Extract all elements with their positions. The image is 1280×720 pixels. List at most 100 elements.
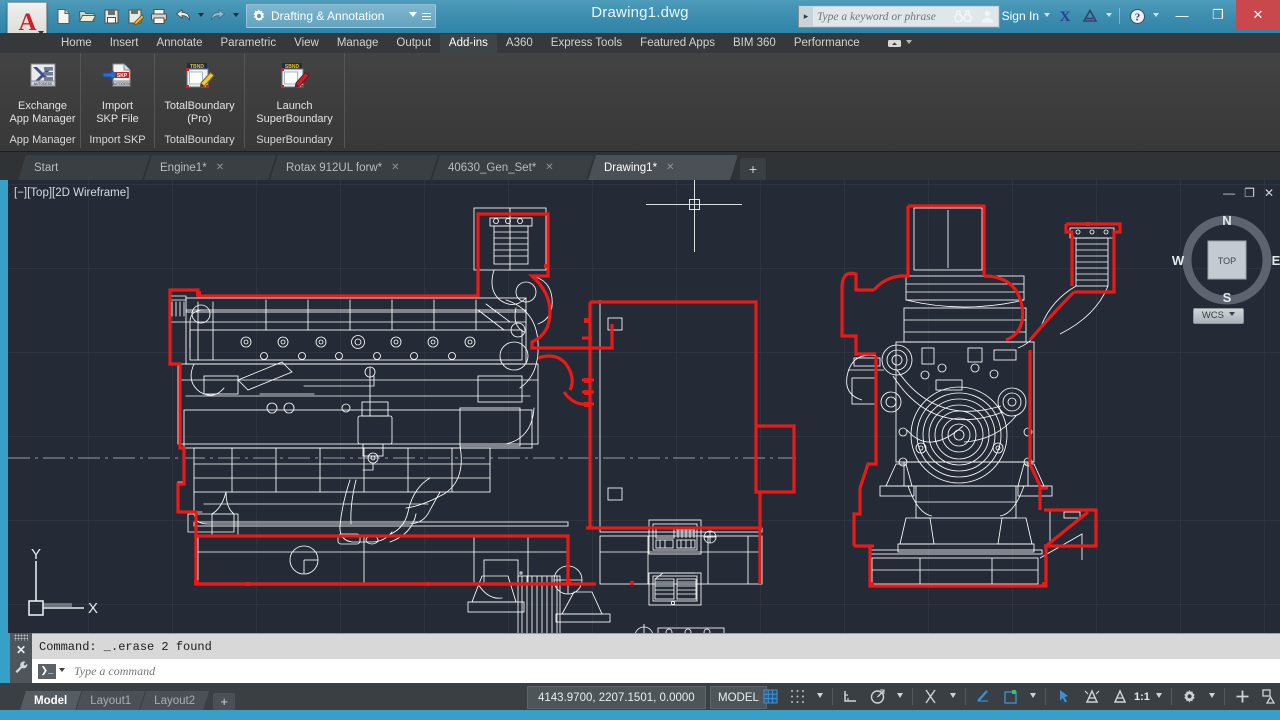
annotation-scale-label[interactable]: 1:1 [1134, 691, 1150, 703]
hardware-acceleration-icon[interactable] [1229, 683, 1256, 710]
layout-tab-layout1[interactable]: Layout1 [76, 691, 145, 710]
wrench-icon[interactable] [14, 660, 28, 674]
object-snap-icon[interactable] [917, 683, 944, 710]
command-line-grip[interactable]: ✕ [10, 633, 32, 683]
ucs-icon: X Y [26, 547, 104, 619]
chevron-down-icon[interactable] [409, 12, 417, 21]
ribbon-tab-output[interactable]: Output [387, 34, 440, 53]
save-as-icon[interactable] [124, 5, 146, 27]
autoscale-icon[interactable] [1106, 683, 1134, 710]
help-icon[interactable]: ? [1126, 5, 1148, 27]
ribbon-tab-annotate[interactable]: Annotate [147, 34, 211, 53]
button-label-line1: Import [102, 100, 133, 113]
launch-super-boundary-button[interactable]: SBND Launch SuperBoundary [245, 59, 344, 126]
ribbon-tab-bim-360[interactable]: BIM 360 [724, 34, 785, 53]
object-snap-dropdown[interactable] [944, 683, 961, 710]
file-tab-rotax-912ul-forw[interactable]: Rotax 912UL forw* ✕ [270, 155, 438, 180]
snap-dropdown[interactable] [811, 683, 828, 710]
command-input-bar[interactable]: ❯_ [32, 659, 1280, 683]
close-button[interactable]: ✕ [1236, 0, 1280, 30]
polar-tracking-icon[interactable] [864, 683, 891, 710]
new-file-tab-button[interactable]: + [740, 158, 766, 180]
file-tab-engine1[interactable]: Engine1* ✕ [144, 155, 276, 180]
sign-in-label[interactable]: Sign In [1002, 9, 1039, 23]
ribbon-tab-parametric[interactable]: Parametric [212, 34, 286, 53]
lineweight-icon[interactable] [970, 683, 997, 710]
svg-text:AUTODESK: AUTODESK [33, 82, 52, 86]
ribbon-display-options[interactable] [887, 34, 912, 53]
snap-mode-icon[interactable] [784, 683, 811, 710]
workspace-menu-icon[interactable] [422, 13, 431, 20]
user-icon[interactable] [977, 5, 999, 27]
command-prompt-icon[interactable]: ❯_ [38, 664, 56, 679]
redo-dropdown[interactable] [231, 5, 240, 27]
search-dropdown-icon[interactable]: ▸ [799, 11, 813, 22]
ribbon-tab-home[interactable]: Home [52, 34, 101, 53]
ribbon-tab-manage[interactable]: Manage [328, 34, 388, 53]
plot-icon[interactable] [148, 5, 170, 27]
layout-tab-model[interactable]: Model [20, 691, 81, 710]
drag-handle-icon[interactable] [14, 634, 28, 641]
account-dropdown[interactable] [1042, 5, 1051, 27]
ribbon-tab-view[interactable]: View [285, 34, 328, 53]
close-icon[interactable]: ✕ [545, 162, 553, 173]
total-boundary-pro-button[interactable]: TBND TotalBoundary (Pro) [155, 59, 244, 126]
workspace-dropdown[interactable] [1203, 683, 1220, 710]
autodesk-dropdown[interactable] [1104, 5, 1113, 27]
ribbon-tab-add-ins[interactable]: Add-ins [440, 34, 497, 53]
maximize-button[interactable]: ❐ [1200, 0, 1236, 30]
status-bar-icons: 1:1 [757, 683, 1280, 710]
close-icon[interactable]: ✕ [391, 162, 399, 173]
new-layout-button[interactable]: + [213, 693, 235, 710]
polar-dropdown[interactable] [891, 683, 908, 710]
close-icon[interactable]: ✕ [216, 162, 224, 173]
autodesk-logo-icon[interactable] [1079, 5, 1101, 27]
command-close-icon[interactable]: ✕ [16, 643, 26, 657]
coordinates-display[interactable]: 4143.9700, 2207.1501, 0.0000 [527, 686, 706, 709]
search-icon[interactable] [952, 5, 974, 27]
command-line-area: ✕ Command: _.erase 2 found ❯_ [0, 633, 1280, 683]
grid-display-icon[interactable] [757, 683, 784, 710]
isolate-objects-icon[interactable] [1256, 683, 1280, 710]
ribbon-tab-express-tools[interactable]: Express Tools [542, 34, 631, 53]
autodesk-exchange-icon[interactable]: X [1054, 5, 1076, 27]
command-history-dropdown[interactable] [59, 668, 65, 675]
exchange-app-manager-button[interactable]: AUTODESK Exchange App Manager [5, 59, 80, 126]
redo-icon[interactable] [207, 5, 229, 27]
annotation-visibility-icon[interactable] [1078, 683, 1106, 710]
svg-text:AUTODESK: AUTODESK [112, 82, 131, 86]
ribbon-tab-performance[interactable]: Performance [785, 34, 869, 53]
import-skp-file-button[interactable]: SKP AUTODESK Import SKP File [81, 59, 154, 126]
drawing-canvas[interactable]: [−][Top][2D Wireframe] — ❐ ✕ [8, 180, 1280, 633]
ortho-mode-icon[interactable] [837, 683, 864, 710]
minimize-button[interactable]: — [1164, 0, 1200, 30]
new-icon[interactable] [52, 5, 74, 27]
command-history: Command: _.erase 2 found [32, 633, 1280, 659]
wcs-selector[interactable]: WCS [1193, 308, 1244, 324]
file-tab-start[interactable]: Start [18, 155, 150, 180]
help-dropdown[interactable] [1151, 5, 1160, 27]
layout-tab-layout2[interactable]: Layout2 [140, 691, 209, 710]
save-icon[interactable] [100, 5, 122, 27]
command-input[interactable] [72, 661, 1280, 681]
ribbon-tab-a360[interactable]: A360 [497, 34, 542, 53]
chevron-down-icon[interactable] [1229, 312, 1235, 319]
ucs-y-label: Y [31, 547, 41, 563]
undo-icon[interactable] [172, 5, 194, 27]
ribbon-tab-featured-apps[interactable]: Featured Apps [631, 34, 724, 53]
file-tab-label: Engine1* [160, 162, 207, 174]
ribbon-tab-insert[interactable]: Insert [101, 34, 148, 53]
file-tab-drawing1[interactable]: Drawing1* ✕ [588, 155, 738, 180]
annotation-scale-dropdown[interactable] [1150, 683, 1167, 710]
gear-icon [251, 8, 267, 24]
view-cube[interactable]: TOP N S E W [1168, 208, 1258, 298]
close-icon[interactable]: ✕ [666, 162, 674, 173]
transparency-icon[interactable] [997, 683, 1024, 710]
selection-cycling-icon[interactable] [1050, 683, 1078, 710]
workspace-switching-icon[interactable] [1176, 683, 1203, 710]
workspace-switcher[interactable]: Drafting & Annotation [246, 4, 436, 28]
undo-dropdown[interactable] [196, 5, 205, 27]
transparency-dropdown[interactable] [1024, 683, 1041, 710]
open-icon[interactable] [76, 5, 98, 27]
file-tab-40630-gen-set[interactable]: 40630_Gen_Set* ✕ [432, 155, 594, 180]
